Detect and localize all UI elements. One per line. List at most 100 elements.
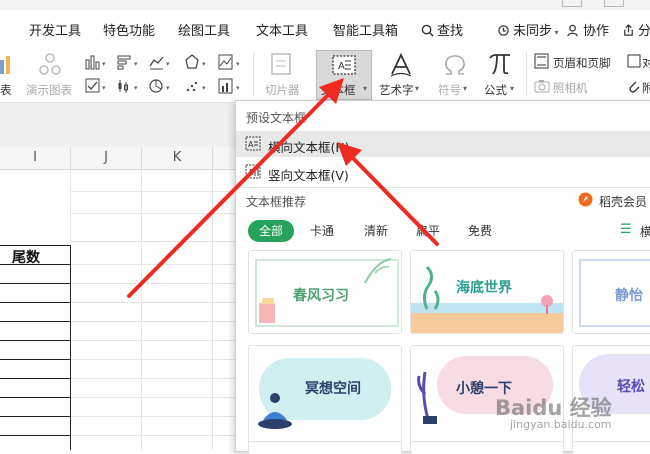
svg-text:▾: ▾	[102, 60, 106, 68]
card-title: 春风习习	[293, 288, 349, 304]
window-control-icon[interactable]	[604, 0, 624, 7]
template-card[interactable]: 冥想空间	[248, 345, 402, 447]
scatter-chart-icon[interactable]: ▾	[185, 78, 209, 94]
svg-text:▾: ▾	[134, 60, 138, 68]
tab-text-tools[interactable]: 文本工具	[256, 20, 308, 39]
svg-text:▾: ▾	[202, 60, 206, 68]
textbox-label: 文本框	[321, 83, 356, 97]
column-header-i[interactable]: I	[0, 147, 71, 170]
demo-chart-label: 演示图表	[26, 83, 72, 97]
column-header-j[interactable]: J	[71, 147, 142, 170]
svg-text:A: A	[248, 140, 254, 149]
card-title: 海底世界	[456, 280, 512, 296]
pi-icon[interactable]	[487, 51, 513, 77]
slicer-label: 切片器	[265, 83, 300, 97]
sync-status[interactable]: 未同步 ▾	[497, 20, 559, 39]
list-view-icon[interactable]: ☰	[620, 222, 632, 237]
omega-icon[interactable]	[442, 52, 468, 78]
vertical-textbox-icon: A	[245, 164, 261, 179]
vip-label[interactable]: 稻壳会员	[599, 193, 647, 210]
formula-label: 公式	[484, 83, 507, 97]
line-chart-icon[interactable]: ▾	[149, 54, 173, 70]
collab-label: 协作	[583, 24, 610, 39]
svg-text:▾: ▾	[102, 84, 106, 92]
camera-icon[interactable]	[534, 78, 550, 94]
vertical-textbox-item[interactable]: A 竖向文本框(V)	[236, 159, 650, 185]
find-label: 查找	[437, 24, 464, 39]
textbox-icon: A	[332, 55, 356, 75]
category-free[interactable]: 免费	[462, 220, 498, 242]
column-header-partial[interactable]	[213, 147, 235, 170]
tab-features[interactable]: 特色功能	[103, 20, 155, 39]
demo-chart-icon[interactable]	[38, 52, 62, 76]
wordart-label: 艺术字	[379, 83, 414, 97]
stock-chart-icon[interactable]: ▾	[117, 78, 141, 94]
user-icon	[567, 24, 578, 37]
tab-find[interactable]: 查找	[421, 20, 463, 39]
tab-smart-toolbox[interactable]: 智能工具箱	[333, 20, 398, 39]
collab-button[interactable]: 协作	[567, 20, 609, 39]
menu-bar: 开发工具 特色功能 绘图工具 文本工具 智能工具箱 查找 未同步 ▾ 协作 分	[0, 10, 650, 46]
attachment-icon[interactable]	[627, 79, 641, 93]
vertical-textbox-label: 竖向文本框(V)	[268, 168, 349, 183]
window-control-icon[interactable]	[562, 0, 582, 7]
sync-label: 未同步	[513, 24, 553, 39]
sort-label[interactable]: 横	[640, 223, 650, 240]
column-header-k[interactable]: K	[142, 147, 213, 170]
template-card[interactable]	[410, 441, 564, 454]
pie-chart-icon[interactable]: ▾	[149, 78, 173, 94]
slicer-icon[interactable]	[270, 52, 294, 78]
spreadsheet-grid[interactable]	[0, 147, 235, 450]
template-card[interactable]: 春风习习	[248, 250, 402, 334]
share-button[interactable]: 分	[622, 20, 650, 39]
svg-text:▾: ▾	[134, 84, 138, 92]
preset-section-title: 预设文本框	[246, 111, 307, 125]
camera-label: 照相机	[553, 81, 588, 95]
recommend-section-title: 文本框推荐	[246, 195, 307, 209]
attachment-label: 附	[642, 81, 650, 95]
category-cartoon[interactable]: 卡通	[304, 220, 340, 242]
object-icon[interactable]	[627, 54, 641, 68]
meditation-icon	[258, 393, 292, 429]
header-footer-icon[interactable]	[534, 53, 550, 69]
check-chart-icon[interactable]: ▾	[85, 78, 109, 94]
category-fresh[interactable]: 清新	[358, 220, 394, 242]
template-card[interactable]	[572, 441, 650, 454]
tab-drawing[interactable]: 绘图工具	[178, 20, 230, 39]
ribbon-toolbar: 表 演示图表 ▾ ▾ ▾ ▾ ▾ ▾ ▾ ▾ ▾ ▾ 切片器 A 文本框 ▾ 艺术…	[0, 46, 650, 103]
bar-chart-icon[interactable]: ▾	[117, 54, 141, 70]
category-all[interactable]: 全部	[248, 220, 294, 242]
radar-chart-icon[interactable]: ▾	[185, 54, 209, 70]
horizontal-textbox-item[interactable]: A 横向文本框(H)	[236, 131, 650, 157]
template-card[interactable]: 静怡	[572, 250, 650, 334]
divider	[236, 187, 650, 188]
share-icon	[624, 24, 633, 36]
area-chart-icon[interactable]: ▾	[218, 54, 244, 70]
textbox-button[interactable]: A 文本框 ▾	[316, 50, 372, 100]
svg-text:A: A	[338, 61, 345, 72]
tab-developer[interactable]: 开发工具	[29, 20, 81, 39]
chart-label: 表	[0, 83, 12, 97]
horizontal-textbox-icon: A	[245, 136, 261, 151]
wordart-icon[interactable]	[388, 52, 414, 78]
coral-icon	[541, 295, 553, 314]
card-title: 轻松	[617, 379, 645, 395]
template-card[interactable]: 海底世界	[410, 250, 564, 334]
seaweed-icon	[422, 265, 440, 310]
book-stack-icon	[259, 298, 275, 323]
template-card[interactable]	[248, 441, 402, 454]
combo-chart-icon[interactable]: ▾	[218, 78, 244, 94]
column-chart-icon[interactable]: ▾	[85, 54, 109, 70]
header-cell-tail[interactable]: 尾数	[12, 247, 40, 267]
object-label: 对	[642, 56, 650, 70]
ribbon-divider	[253, 52, 254, 96]
category-flat[interactable]: 扁平	[410, 220, 446, 242]
ribbon-divider	[526, 52, 527, 96]
formula-bar-area	[0, 103, 235, 147]
leaf-icon	[364, 258, 392, 284]
chart-icon[interactable]	[0, 54, 12, 76]
watermark-url: jingyan.baidu.com	[510, 418, 612, 431]
docer-logo-icon	[578, 192, 593, 207]
svg-text:A: A	[248, 168, 254, 177]
header-footer-label[interactable]: 页眉和页脚	[553, 55, 611, 71]
